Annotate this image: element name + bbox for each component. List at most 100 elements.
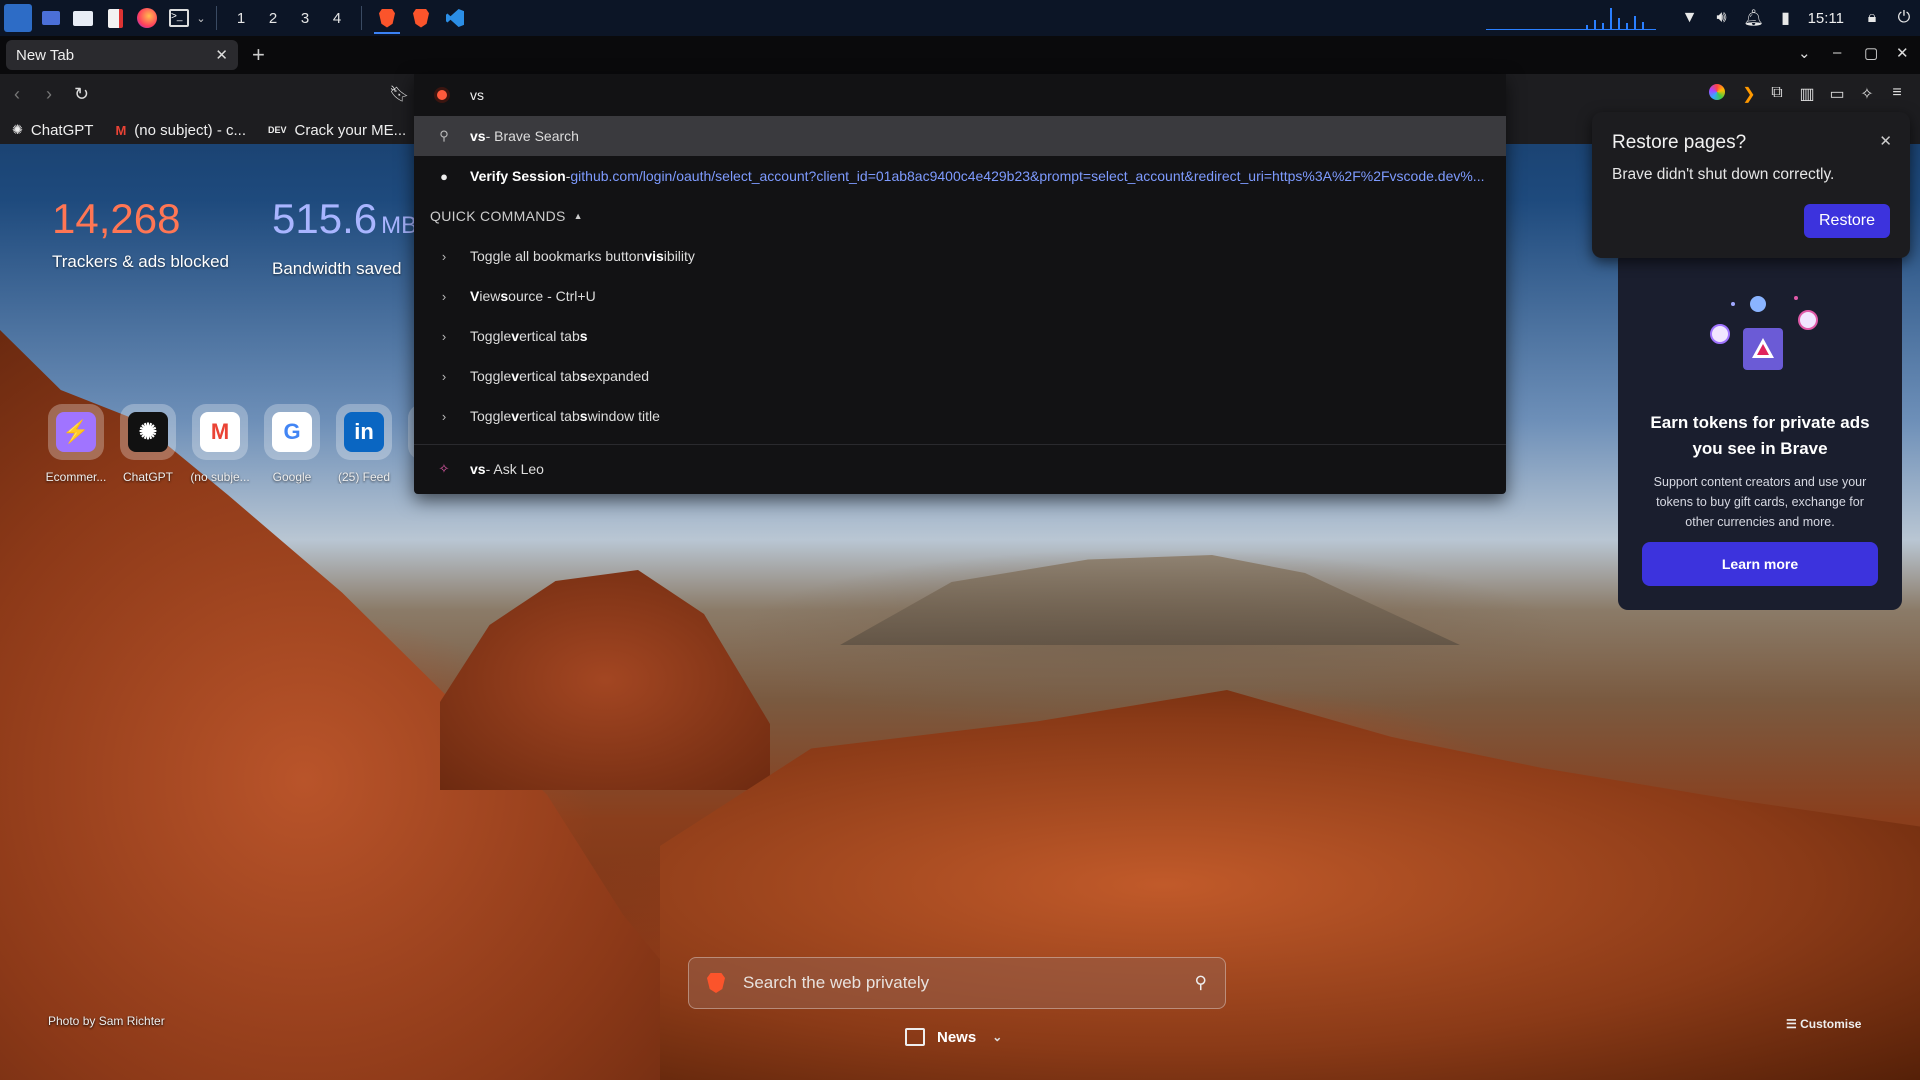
quick-command-item[interactable]: › Toggle all bookmarks button vis ibility bbox=[414, 236, 1506, 276]
system-taskbar: >_ ⌄ 1 2 3 4 ▼ 🔊︎ 🔔︎ ▮ 15:11 🔒︎ ⏻ bbox=[0, 0, 1920, 36]
network-graph bbox=[1485, 3, 1656, 33]
command-text-part: s bbox=[579, 368, 588, 384]
forward-icon[interactable]: › bbox=[46, 84, 52, 105]
top-site-tile: M bbox=[192, 404, 248, 460]
battery-icon[interactable]: ▮ bbox=[1770, 8, 1802, 28]
quick-commands-header[interactable]: QUICK COMMANDS ▲ bbox=[414, 196, 1506, 236]
app-launcher-icon[interactable] bbox=[4, 4, 32, 32]
command-text-part: iew bbox=[479, 288, 501, 304]
quick-command-item[interactable]: › View s ource - Ctrl+U bbox=[414, 276, 1506, 316]
search-box[interactable]: Search the web privately ⚲ bbox=[688, 957, 1226, 1009]
top-site-label: (25) Feed bbox=[337, 470, 391, 484]
chevron-right-icon: › bbox=[441, 408, 447, 424]
command-text-part: s bbox=[579, 328, 588, 344]
top-site[interactable]: M (no subje... bbox=[184, 404, 256, 484]
top-site-tile: ⚡ bbox=[48, 404, 104, 460]
bookmark-icon[interactable]: 🔖︎ bbox=[389, 84, 409, 104]
clock[interactable]: 15:11 bbox=[1808, 10, 1844, 27]
network-graph-bar bbox=[1641, 22, 1644, 30]
file-manager-icon[interactable] bbox=[70, 5, 96, 31]
window-close-icon[interactable]: ✕ bbox=[1896, 44, 1909, 62]
power-icon[interactable]: ⏻ bbox=[1888, 9, 1920, 27]
customise-label: Customise bbox=[1800, 1017, 1862, 1031]
bookmark-dev[interactable]: DEV Crack your ME... bbox=[268, 122, 406, 139]
chevron-down-icon[interactable]: ⌄ bbox=[194, 5, 208, 31]
extensions-puzzle-icon[interactable]: ⧉ bbox=[1766, 84, 1788, 102]
workspace-4[interactable]: 4 bbox=[321, 10, 353, 27]
google-icon: G bbox=[272, 412, 312, 452]
wallpaper-rocks-mid bbox=[440, 570, 770, 790]
quick-command-item[interactable]: › Toggle v ertical tab s bbox=[414, 316, 1506, 356]
command-text-part: s bbox=[500, 288, 509, 304]
close-icon[interactable]: ✕ bbox=[215, 46, 228, 64]
network-graph-bar bbox=[1609, 8, 1612, 30]
workspace-1[interactable]: 1 bbox=[225, 10, 257, 27]
terminal-icon[interactable]: >_ bbox=[166, 5, 192, 31]
wallet-icon[interactable]: ▭ bbox=[1826, 84, 1848, 104]
settings-sliders-icon: ☰ bbox=[1786, 1017, 1801, 1031]
lock-icon[interactable]: 🔒︎ bbox=[1856, 9, 1888, 27]
top-site-tile: ✺ bbox=[120, 404, 176, 460]
reload-icon[interactable]: ↻ bbox=[74, 84, 89, 105]
volume-icon[interactable]: 🔊︎ bbox=[1706, 9, 1738, 27]
address-input[interactable]: vs bbox=[470, 87, 484, 103]
bookmark-gmail[interactable]: M (no subject) - c... bbox=[115, 122, 246, 139]
desktop-icon[interactable] bbox=[38, 5, 64, 31]
learn-more-button[interactable]: Learn more bbox=[1642, 542, 1878, 586]
top-site[interactable]: ⚡ Ecommer... bbox=[40, 404, 112, 484]
task-brave[interactable] bbox=[404, 0, 438, 36]
tab-strip: New Tab ✕ + ⌄ – ▢ ✕ bbox=[0, 36, 1920, 74]
rewards-title: Earn tokens for private ads you see in B… bbox=[1618, 410, 1902, 462]
linkedin-icon: in bbox=[344, 412, 384, 452]
address-bar[interactable]: vs bbox=[414, 74, 1506, 116]
workspace-3[interactable]: 3 bbox=[289, 10, 321, 27]
task-vscode[interactable] bbox=[438, 0, 472, 36]
restore-pages-bubble: Restore pages? ✕ Brave didn't shut down … bbox=[1592, 112, 1910, 258]
quick-command-item[interactable]: › Toggle v ertical tab s window title bbox=[414, 396, 1506, 436]
top-site-tile: in bbox=[336, 404, 392, 460]
minimize-icon[interactable]: – bbox=[1833, 44, 1841, 61]
search-input[interactable]: Search the web privately bbox=[743, 973, 1195, 993]
firefox-icon[interactable] bbox=[134, 5, 160, 31]
taskbar-separator bbox=[361, 6, 362, 30]
maximize-icon[interactable]: ▢ bbox=[1864, 44, 1878, 62]
trackers-stat: 14,268 Trackers & ads blocked bbox=[52, 198, 229, 272]
suggestion-verify-session[interactable]: ● Verify Session - github.com/login/oaut… bbox=[414, 156, 1506, 196]
restore-button[interactable]: Restore bbox=[1804, 204, 1890, 238]
extension-color-icon[interactable] bbox=[1706, 84, 1728, 105]
tab-search-chevron-icon[interactable]: ⌄ bbox=[1798, 44, 1811, 62]
close-icon[interactable]: ✕ bbox=[1879, 132, 1892, 150]
ai-sparkle-icon[interactable]: ✧ bbox=[1856, 84, 1878, 104]
customise-button[interactable]: ☰ Customise bbox=[1786, 1017, 1861, 1031]
back-icon[interactable]: ‹ bbox=[14, 84, 20, 105]
bookmark-chatgpt[interactable]: ✺ ChatGPT bbox=[12, 122, 93, 139]
task-brave-active[interactable] bbox=[370, 0, 404, 36]
news-button[interactable]: News ⌄ bbox=[905, 1028, 1002, 1046]
suggestion-title: Verify Session bbox=[470, 168, 566, 184]
vscode-icon bbox=[446, 9, 464, 27]
top-site-label: ChatGPT bbox=[122, 470, 173, 484]
quick-command-item[interactable]: › Toggle v ertical tab s expanded bbox=[414, 356, 1506, 396]
notifications-icon[interactable]: 🔔︎ bbox=[1738, 8, 1770, 28]
leo-icon[interactable]: ❯ bbox=[1738, 84, 1760, 104]
chevron-right-icon: › bbox=[441, 288, 447, 304]
suggestion-brave-search[interactable]: ⚲ vs - Brave Search bbox=[414, 116, 1506, 156]
menu-icon[interactable]: ≡ bbox=[1886, 84, 1908, 102]
brave-logo-icon bbox=[707, 973, 725, 993]
photo-credit[interactable]: Photo by Sam Richter bbox=[48, 1014, 165, 1028]
new-tab-button[interactable]: + bbox=[252, 42, 265, 68]
network-graph-baseline bbox=[1485, 29, 1656, 30]
workspace-2[interactable]: 2 bbox=[257, 10, 289, 27]
suggestion-ask-leo[interactable]: ✧ vs - Ask Leo bbox=[414, 449, 1506, 489]
wifi-icon[interactable]: ▼ bbox=[1674, 9, 1706, 27]
top-site[interactable]: G Google bbox=[256, 404, 328, 484]
tab-new-tab[interactable]: New Tab ✕ bbox=[6, 40, 238, 70]
search-icon[interactable]: ⚲ bbox=[1195, 973, 1207, 993]
search-icon: ⚲ bbox=[439, 128, 449, 143]
sidebar-icon[interactable]: ▥ bbox=[1796, 84, 1818, 104]
text-editor-icon[interactable] bbox=[102, 5, 128, 31]
gmail-icon: M bbox=[115, 122, 127, 138]
command-text-part: ertical tab bbox=[519, 368, 580, 384]
top-site[interactable]: ✺ ChatGPT bbox=[112, 404, 184, 484]
top-site[interactable]: in (25) Feed bbox=[328, 404, 400, 484]
